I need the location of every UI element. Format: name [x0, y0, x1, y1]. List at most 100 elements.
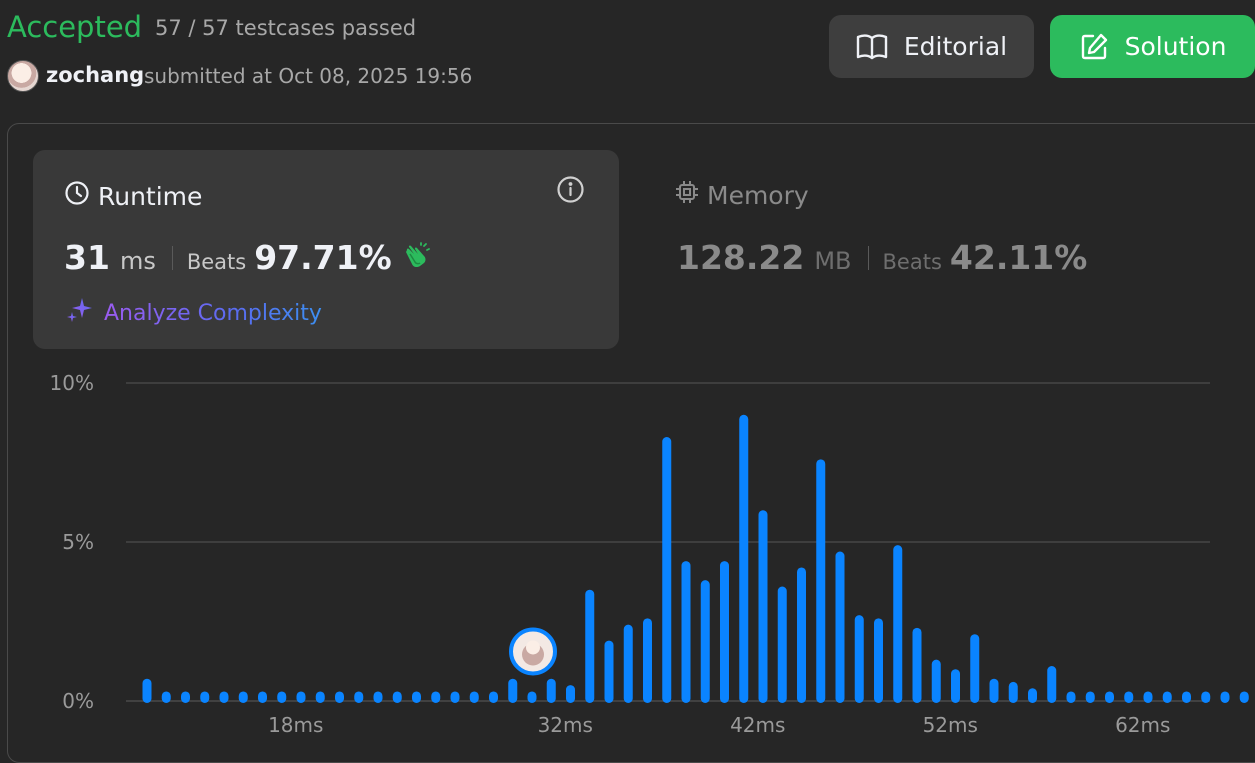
bar[interactable]	[335, 691, 344, 703]
memory-beats-value: 42.11%	[949, 238, 1088, 277]
bar[interactable]	[527, 691, 537, 703]
bar[interactable]	[181, 691, 190, 703]
bar[interactable]	[296, 691, 306, 703]
clapping-hands-icon	[400, 241, 430, 274]
bar[interactable]	[970, 634, 980, 703]
bar[interactable]	[469, 691, 479, 703]
submission-header: Accepted 57 / 57 testcases passed zochan…	[0, 0, 1255, 110]
solution-button[interactable]: Solution	[1050, 15, 1255, 78]
bar[interactable]	[258, 691, 267, 703]
bar[interactable]	[508, 678, 518, 703]
bar[interactable]	[951, 669, 960, 703]
runtime-beats-label: Beats	[186, 250, 247, 274]
x-tick-label: 32ms	[538, 713, 593, 737]
runtime-beats-value: 97.71%	[254, 238, 392, 277]
bar[interactable]	[989, 678, 999, 703]
divider	[867, 245, 869, 270]
bar[interactable]	[700, 580, 710, 703]
bar[interactable]	[835, 551, 845, 703]
memory-title-label: Memory	[707, 180, 809, 210]
bar[interactable]	[1008, 681, 1018, 703]
chip-icon	[675, 180, 699, 210]
bar[interactable]	[777, 586, 787, 703]
bar[interactable]	[277, 691, 287, 703]
testcases-passed: 57 / 57 testcases passed	[155, 16, 417, 40]
bar[interactable]	[1162, 691, 1172, 703]
bar[interactable]	[720, 561, 729, 703]
bar[interactable]	[912, 627, 922, 703]
edit-icon	[1079, 32, 1109, 62]
x-tick-label: 18ms	[268, 713, 323, 737]
bar[interactable]	[816, 459, 826, 703]
y-tick-label: 10%	[50, 371, 94, 395]
memory-unit: MB	[814, 247, 852, 275]
bar[interactable]	[200, 691, 210, 703]
bar[interactable]	[893, 545, 903, 703]
bar[interactable]	[797, 567, 806, 703]
runtime-unit: ms	[119, 247, 156, 275]
sparkle-icon	[66, 296, 94, 330]
bar[interactable]	[758, 510, 768, 703]
bar[interactable]	[1105, 691, 1114, 703]
y-tick-label: 5%	[62, 530, 94, 554]
bar[interactable]	[142, 678, 152, 703]
divider	[171, 245, 173, 270]
analyze-complexity-button[interactable]: Analyze Complexity	[66, 296, 322, 330]
bar[interactable]	[412, 691, 421, 703]
solution-label: Solution	[1124, 32, 1227, 61]
bar[interactable]	[489, 691, 498, 703]
bar[interactable]	[219, 691, 229, 703]
bar[interactable]	[1201, 691, 1211, 703]
clock-icon	[64, 180, 90, 212]
memory-value: 128.22	[677, 238, 805, 277]
editorial-button[interactable]: Editorial	[829, 15, 1034, 78]
bar[interactable]	[431, 691, 441, 703]
memory-metric: 128.22 MB Beats 42.11%	[677, 238, 1087, 277]
bar[interactable]	[1085, 691, 1095, 703]
bar[interactable]	[238, 691, 248, 703]
editorial-label: Editorial	[903, 32, 1008, 61]
bar[interactable]	[566, 685, 575, 703]
bar[interactable]	[392, 691, 402, 703]
book-icon	[856, 33, 888, 61]
x-tick-label: 62ms	[1115, 713, 1170, 737]
bar[interactable]	[1028, 688, 1037, 703]
bar[interactable]	[315, 691, 325, 703]
bar[interactable]	[1143, 691, 1153, 703]
bar[interactable]	[161, 691, 171, 703]
bar[interactable]	[450, 691, 460, 703]
bar[interactable]	[1047, 666, 1057, 703]
bar[interactable]	[931, 659, 941, 703]
bar[interactable]	[739, 414, 749, 703]
runtime-metric: 31 ms Beats 97.71%	[64, 238, 430, 277]
bar[interactable]	[585, 589, 595, 703]
bar[interactable]	[662, 437, 672, 703]
analyze-complexity-label: Analyze Complexity	[104, 300, 322, 326]
runtime-title: Runtime	[64, 180, 202, 212]
bar[interactable]	[604, 640, 614, 703]
y-tick-label: 0%	[62, 689, 94, 713]
username-link[interactable]: zochang	[46, 63, 144, 87]
status-label: Accepted	[7, 10, 143, 44]
bar[interactable]	[1239, 691, 1249, 703]
submitted-time: submitted at Oct 08, 2025 19:56	[144, 64, 473, 88]
bar[interactable]	[623, 624, 633, 703]
info-icon[interactable]	[556, 175, 585, 204]
bar[interactable]	[681, 561, 691, 703]
bar[interactable]	[546, 678, 556, 703]
bar[interactable]	[643, 618, 652, 703]
x-tick-label: 42ms	[730, 713, 785, 737]
bar[interactable]	[854, 615, 864, 703]
bar[interactable]	[354, 691, 364, 703]
memory-tab[interactable]: Memory	[675, 180, 809, 210]
runtime-distribution-chart[interactable]: 0% 5% 10% 18ms 32ms 42ms 52ms 62ms	[0, 360, 1255, 737]
bar[interactable]	[874, 618, 883, 703]
avatar[interactable]	[7, 60, 39, 92]
bar[interactable]	[1182, 691, 1191, 703]
bar[interactable]	[373, 691, 383, 703]
bar[interactable]	[1220, 691, 1230, 703]
memory-beats-label: Beats	[882, 250, 942, 274]
bar[interactable]	[1124, 691, 1134, 703]
x-tick-label: 52ms	[923, 713, 978, 737]
bar[interactable]	[1066, 691, 1076, 703]
